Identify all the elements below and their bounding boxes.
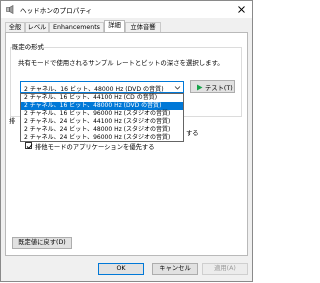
ok-button[interactable]: OK	[98, 263, 144, 275]
cancel-button[interactable]: キャンセル	[152, 263, 198, 275]
speaker-icon	[6, 5, 14, 14]
window-title: ヘッドホンのプロパティ	[20, 7, 93, 15]
format-option[interactable]: 2 チャネル、16 ビット、96000 Hz (スタジオの音質)	[21, 110, 183, 118]
default-format-description: 共有モードで使用されるサンプル レートとビットの深さを選択します。	[18, 59, 224, 67]
apply-button[interactable]: 適用(A)	[202, 263, 248, 275]
allow-exclusive-label: する	[186, 130, 199, 137]
tab-enhancements[interactable]: Enhancements	[49, 22, 104, 32]
format-dropdown-list: 2 チャネル、16 ビット、44100 Hz (CD の音質) 2 チャネル、1…	[20, 93, 184, 142]
checkmark-icon	[26, 144, 33, 149]
exclusive-mode-label: 排	[9, 118, 16, 125]
default-format-label: 既定の形式	[12, 43, 44, 51]
tab-spatial-sound[interactable]: 立体音響	[125, 22, 161, 32]
exclusive-priority-label: 排他モードのアプリケーションを優先する	[35, 144, 155, 151]
format-select-value: 2 チャネル、16 ビット、48000 Hz (DVD の音質)	[24, 86, 164, 93]
format-select[interactable]: 2 チャネル、16 ビット、48000 Hz (DVD の音質)	[20, 81, 184, 93]
properties-window: ヘッドホンのプロパティ 全般 レベル Enhancements 詳細 立体音響 …	[0, 0, 253, 282]
format-option[interactable]: 2 チャネル、24 ビット、48000 Hz (スタジオの音質)	[21, 126, 183, 134]
format-option[interactable]: 2 チャネル、24 ビット、44100 Hz (スタジオの音質)	[21, 118, 183, 126]
format-option-selected[interactable]: 2 チャネル、16 ビット、48000 Hz (DVD の音質)	[21, 102, 183, 110]
title-bar: ヘッドホンのプロパティ	[1, 1, 252, 18]
exclusive-priority-checkbox[interactable]	[25, 142, 33, 149]
play-icon	[197, 84, 203, 91]
test-button-label: テスト(T)	[205, 85, 233, 92]
chevron-down-icon	[174, 86, 181, 90]
tab-levels[interactable]: レベル	[25, 22, 49, 32]
format-option[interactable]: 2 チャネル、16 ビット、44100 Hz (CD の音質)	[21, 94, 183, 102]
tab-general[interactable]: 全般	[5, 22, 25, 32]
restore-defaults-button[interactable]: 既定値に戻す(D)	[12, 237, 72, 249]
format-option[interactable]: 2 チャネル、24 ビット、96000 Hz (スタジオの音質)	[21, 134, 183, 142]
test-button[interactable]: テスト(T)	[190, 80, 235, 93]
tab-advanced[interactable]: 詳細	[104, 20, 125, 32]
close-icon[interactable]	[236, 4, 247, 15]
